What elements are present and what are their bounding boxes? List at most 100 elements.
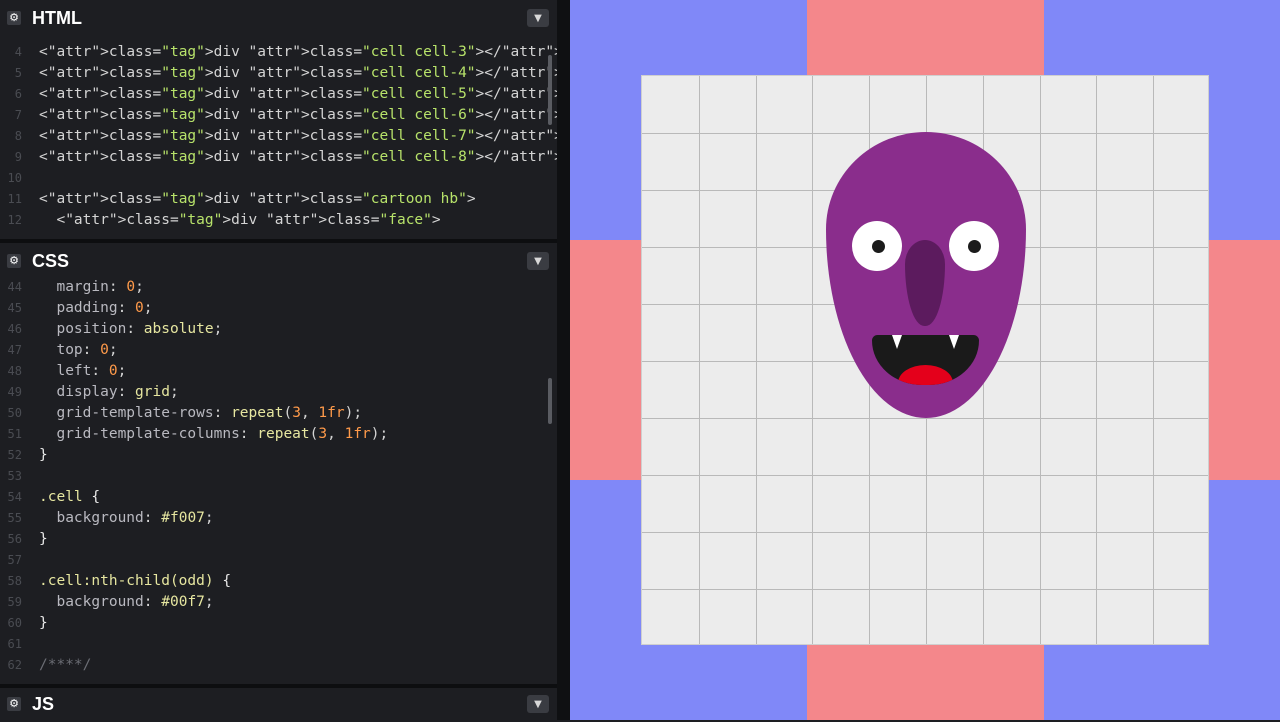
css-panel-title: CSS — [32, 250, 70, 271]
code-text[interactable]: .cell:nth-child(odd) { — [39, 571, 231, 592]
code-text[interactable]: } — [39, 529, 48, 550]
css-code-editor[interactable]: 44 margin: 0; 45 padding: 0; 46 position: … — [0, 279, 557, 684]
line-number: 59 — [7, 595, 22, 609]
editor-column: ⚙ HTML ▼ 4 <"attr">class="tag">div "attr"… — [0, 0, 557, 720]
line-number: 52 — [7, 448, 22, 462]
line-number: 62 — [7, 658, 22, 672]
code-line[interactable]: 46 position: absolute; — [0, 319, 545, 340]
line-number: 5 — [14, 66, 22, 80]
grid-line — [642, 532, 1208, 533]
code-line[interactable]: 54 .cell { — [0, 487, 545, 508]
code-line[interactable]: 60} — [0, 613, 545, 634]
line-number: 45 — [7, 301, 22, 315]
grid-line — [1096, 76, 1098, 644]
code-line[interactable]: 10 — [0, 168, 545, 189]
code-line[interactable]: 6 <"attr">class="tag">div "attr">class="c… — [0, 84, 557, 105]
code-text[interactable]: margin: 0; — [39, 279, 143, 298]
code-line[interactable]: 8 <"attr">class="tag">div "attr">class="c… — [0, 126, 557, 147]
line-number: 48 — [7, 364, 22, 378]
line-number: 54 — [7, 490, 22, 504]
code-line[interactable]: 11 <"attr">class="tag">div "attr">class="… — [0, 189, 545, 210]
code-text[interactable]: grid-template-rows: repeat(3, 1fr); — [39, 403, 362, 424]
code-line[interactable]: 52} — [0, 445, 545, 466]
line-number: 8 — [14, 129, 22, 143]
js-settings-button[interactable]: ⚙ — [0, 686, 28, 722]
code-text[interactable]: <"attr">class="tag">div "attr">class="ce… — [39, 147, 557, 168]
code-text[interactable]: <"attr">class="tag">div "attr">class="ce… — [39, 126, 557, 147]
gear-icon: ⚙ — [7, 11, 21, 25]
code-text[interactable]: padding: 0; — [39, 298, 152, 319]
left-eye — [852, 221, 902, 271]
css-collapse-button[interactable]: ▼ — [527, 252, 549, 270]
code-text[interactable]: } — [39, 613, 48, 634]
html-settings-button[interactable]: ⚙ — [0, 0, 28, 36]
code-text[interactable]: <"attr">class="tag">div "attr">class="ce… — [39, 63, 557, 84]
line-number: 58 — [7, 574, 22, 588]
grid-line — [755, 76, 757, 644]
grid-line — [698, 76, 700, 644]
js-panel-title: JS — [32, 693, 55, 714]
code-line[interactable]: 55 background: #f007; — [0, 508, 545, 529]
css-settings-button[interactable]: ⚙ — [0, 243, 28, 279]
code-line[interactable]: 53 — [0, 466, 545, 487]
code-line[interactable]: 45 padding: 0; — [0, 298, 545, 319]
code-line[interactable]: 56} — [0, 529, 545, 550]
code-line[interactable]: 12 <"attr">class="tag">div "attr">class=… — [0, 210, 545, 231]
tongue — [898, 365, 953, 385]
code-line[interactable]: 7 <"attr">class="tag">div "attr">class="c… — [0, 105, 557, 126]
code-text[interactable]: top: 0; — [39, 340, 117, 361]
code-text[interactable]: left: 0; — [39, 361, 126, 382]
code-line[interactable]: 44 margin: 0; — [0, 279, 545, 298]
code-line[interactable]: 61 — [0, 634, 545, 655]
grid-line — [642, 418, 1208, 419]
code-line[interactable]: 50 grid-template-rows: repeat(3, 1fr); — [0, 403, 545, 424]
js-collapse-button[interactable]: ▼ — [527, 695, 549, 713]
preview-pane — [570, 0, 1280, 720]
code-line[interactable]: 9 <"attr">class="tag">div "attr">class="c… — [0, 147, 557, 168]
html-collapse-button[interactable]: ▼ — [527, 9, 549, 27]
code-text[interactable]: display: grid; — [39, 382, 178, 403]
code-line[interactable]: 48 left: 0; — [0, 361, 545, 382]
code-line[interactable]: 51 grid-template-columns: repeat(3, 1fr)… — [0, 424, 545, 445]
code-line[interactable]: 47 top: 0; — [0, 340, 545, 361]
code-line[interactable]: 59 background: #00f7; — [0, 592, 545, 613]
right-eye — [949, 221, 999, 271]
line-number: 60 — [7, 616, 22, 630]
left-pupil — [872, 240, 885, 253]
code-line[interactable]: 58 .cell:nth-child(odd) { — [0, 571, 545, 592]
css-scrollbar[interactable] — [548, 378, 552, 424]
code-text[interactable]: background: #00f7; — [39, 592, 213, 613]
code-text[interactable]: background: #f007; — [39, 508, 213, 529]
line-number: 50 — [7, 406, 22, 420]
code-line[interactable]: 4 <"attr">class="tag">div "attr">class="c… — [0, 42, 557, 63]
html-scrollbar[interactable] — [548, 55, 552, 125]
grid-line — [642, 589, 1208, 590]
code-text[interactable]: position: absolute; — [39, 319, 222, 340]
line-number: 9 — [14, 150, 22, 164]
code-text[interactable]: <"attr">class="tag">div "attr">class="ca… — [39, 189, 476, 210]
resize-handle[interactable] — [557, 0, 570, 720]
code-text[interactable]: grid-template-columns: repeat(3, 1fr); — [39, 424, 388, 445]
code-line[interactable]: 57 — [0, 550, 545, 571]
chevron-down-icon: ▼ — [534, 698, 542, 710]
gear-icon: ⚙ — [7, 697, 21, 711]
code-text[interactable]: <"attr">class="tag">div "attr">class="ce… — [39, 105, 557, 126]
code-line[interactable]: 5 <"attr">class="tag">div "attr">class="c… — [0, 63, 557, 84]
chevron-down-icon: ▼ — [534, 255, 542, 267]
line-number: 4 — [14, 45, 22, 59]
code-line[interactable]: 49 display: grid; — [0, 382, 545, 403]
code-text[interactable]: /****/ — [39, 655, 91, 676]
code-line[interactable]: 62 /****/ — [0, 655, 545, 676]
grid-line — [1039, 76, 1041, 644]
code-text[interactable]: .cell { — [39, 487, 100, 508]
html-code-editor[interactable]: 4 <"attr">class="tag">div "attr">class="c… — [0, 36, 557, 239]
code-text[interactable]: <"attr">class="tag">div "attr">class="fa… — [39, 210, 440, 231]
line-number: 51 — [7, 427, 22, 441]
line-number: 49 — [7, 385, 22, 399]
right-pupil — [968, 240, 981, 253]
code-text[interactable]: <"attr">class="tag">div "attr">class="ce… — [39, 42, 557, 63]
code-text[interactable]: <"attr">class="tag">div "attr">class="ce… — [39, 84, 557, 105]
code-text[interactable]: } — [39, 445, 48, 466]
nose — [905, 240, 945, 326]
grid-line — [812, 76, 814, 644]
